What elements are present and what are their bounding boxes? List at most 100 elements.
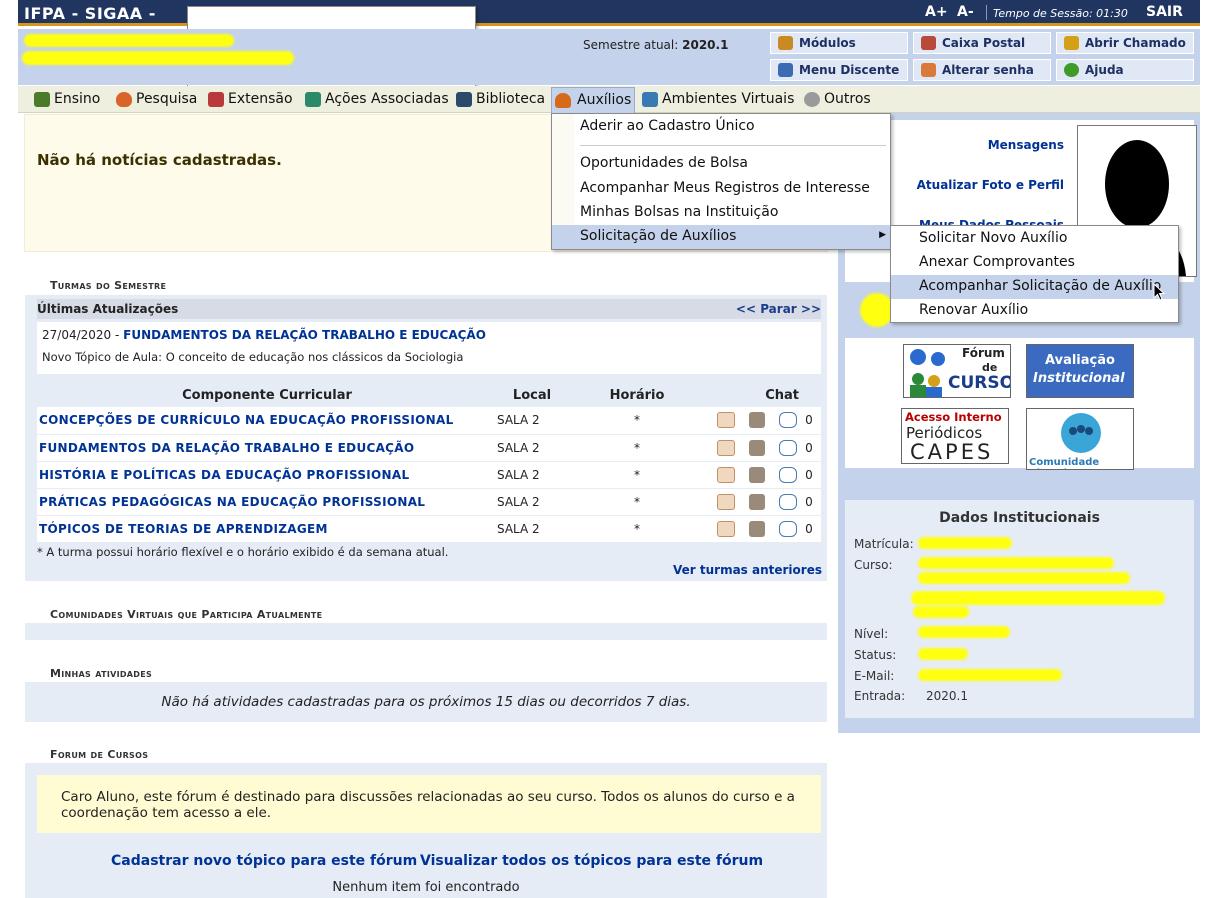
chat-icon[interactable] [779, 520, 797, 537]
table-row: CONCEPÇÕES DE CURRÍCULO NA EDUCAÇÃO PROF… [37, 407, 821, 435]
menu-discente-button[interactable]: Menu Discente [770, 59, 908, 81]
menu-extensao[interactable]: Extensão [208, 91, 293, 107]
chat-icon[interactable] [779, 466, 797, 483]
atualizar-foto-link[interactable]: Atualizar Foto e Perfil [917, 178, 1064, 192]
menu-ambientes-virtuais[interactable]: Ambientes Virtuais [642, 91, 794, 107]
increase-font-button[interactable]: A+ [925, 4, 948, 20]
atividades-empty: Não há atividades cadastradas para os pr… [161, 694, 691, 710]
atividades-title: Minhas atividades [50, 667, 153, 680]
redacted-curso-3 [911, 591, 1165, 605]
anexar-comprovantes-item[interactable]: Anexar Comprovantes [891, 251, 1178, 275]
update-note: Novo Tópico de Aula: O conceito de educa… [42, 350, 464, 364]
table-row: HISTÓRIA E POLÍTICAS DA EDUCAÇÃO PROFISS… [37, 461, 821, 489]
megaphone-icon[interactable] [749, 520, 766, 537]
chat-count: 0 [797, 434, 821, 462]
turmas-table: Componente Curricular Local Horário Chat… [37, 383, 821, 543]
participants-icon[interactable] [717, 493, 736, 510]
menu-auxilios[interactable]: Auxílios [551, 87, 635, 113]
chat-icon[interactable] [779, 439, 797, 456]
solicitar-novo-auxilio-item[interactable]: Solicitar Novo Auxílio [891, 227, 1178, 251]
logout-button[interactable]: SAIR [1146, 4, 1183, 20]
comunidades-panel [25, 623, 827, 640]
current-semester: Semestre atual: 2020.1 [583, 38, 729, 52]
curso-label: Curso: [854, 558, 893, 572]
megaphone-icon[interactable] [749, 466, 766, 483]
comunidade-virtual-logo[interactable]: Comunidade Virtual [1026, 408, 1134, 470]
network-icon [642, 92, 658, 107]
links-box: Fórum de CURSO Avaliação Institucional A… [845, 338, 1194, 470]
chat-count: 0 [797, 461, 821, 489]
capes-logo[interactable]: Acesso Interno Periódicos CAPES [901, 408, 1009, 464]
megaphone-icon[interactable] [749, 439, 766, 456]
avaliacao-institucional-logo[interactable]: Avaliação Institucional [1026, 344, 1134, 398]
mouse-cursor-icon [1153, 283, 1166, 301]
alterar-senha-button[interactable]: Alterar senha [913, 59, 1051, 81]
col-componente: Componente Curricular [182, 387, 352, 403]
participants-icon[interactable] [717, 466, 736, 483]
menu-divider [580, 145, 886, 146]
forum-title: Forum de Cursos [50, 748, 149, 761]
decrease-font-button[interactable]: A- [957, 4, 974, 20]
matricula-label: Matrícula: [854, 537, 914, 551]
menu-biblioteca[interactable]: Biblioteca [456, 91, 545, 107]
forum-panel: Caro Aluno, este fórum é destinado para … [25, 763, 827, 898]
mensagens-link[interactable]: Mensagens [988, 138, 1064, 152]
acompanhar-solicitacao-item[interactable]: Acompanhar Solicitação de Auxílio [891, 275, 1178, 299]
chevron-right-icon: ▶ [879, 230, 886, 240]
participants-icon[interactable] [717, 520, 736, 537]
entrada-value: 2020.1 [926, 689, 968, 703]
componente-link[interactable]: TÓPICOS DE TEORIAS DE APRENDIZAGEM [39, 522, 328, 536]
redacted-name [24, 34, 234, 47]
app-brand: IFPA - SIGAA - [24, 4, 156, 23]
handshake-icon [208, 92, 224, 107]
menu-ensino[interactable]: Ensino [34, 91, 100, 107]
cadastrar-topico-link[interactable]: Cadastrar novo tópico para este fórum [111, 853, 417, 869]
entrada-label: Entrada: [854, 689, 906, 703]
componente-link[interactable]: HISTÓRIA E POLÍTICAS DA EDUCAÇÃO PROFISS… [39, 468, 409, 482]
dados-institucionais-panel: Dados Institucionais Matrícula: Curso: N… [845, 500, 1194, 718]
horario-cell: * [567, 407, 707, 435]
horario-cell: * [567, 515, 707, 543]
table-row: FUNDAMENTOS DA RELAÇÃO TRABALHO E EDUCAÇ… [37, 434, 821, 462]
library-icon [456, 92, 472, 107]
caixa-postal-button[interactable]: Caixa Postal [913, 32, 1051, 54]
status-label: Status: [854, 648, 897, 662]
solicitacao-auxilios-item[interactable]: Solicitação de Auxílios ▶ [552, 225, 890, 249]
megaphone-icon[interactable] [749, 412, 766, 429]
redacted-nivel [918, 626, 1010, 638]
ver-turmas-anteriores-link[interactable]: Ver turmas anteriores [673, 563, 822, 577]
componente-link[interactable]: PRÁTICAS PEDAGÓGICAS NA EDUCAÇÃO PROFISS… [39, 495, 425, 509]
participants-icon[interactable] [717, 439, 736, 456]
megaphone-icon[interactable] [749, 493, 766, 510]
aderir-cadastro-item[interactable]: Aderir ao Cadastro Único [552, 115, 890, 139]
local-cell: SALA 2 [497, 434, 567, 462]
session-timer: Tempo de Sessão: 01:30 [993, 7, 1128, 20]
acompanhar-registros-item[interactable]: Acompanhar Meus Registros de Interesse [552, 177, 890, 201]
oportunidades-bolsa-item[interactable]: Oportunidades de Bolsa [552, 152, 890, 176]
componente-link[interactable]: FUNDAMENTOS DA RELAÇÃO TRABALHO E EDUCAÇ… [39, 441, 414, 455]
update-link[interactable]: FUNDAMENTOS DA RELAÇÃO TRABALHO E EDUCAÇ… [123, 328, 486, 342]
ajuda-button[interactable]: Ajuda [1056, 59, 1194, 81]
menu-outros[interactable]: Outros [804, 91, 871, 107]
menu-acoes-associadas[interactable]: Ações Associadas [305, 91, 449, 107]
redacted-email [918, 669, 1062, 681]
forum-curso-logo[interactable]: Fórum de CURSO [903, 344, 1011, 398]
forum-empty: Nenhum item foi encontrado [332, 880, 520, 895]
parar-link[interactable]: << Parar >> [736, 302, 821, 316]
table-row: PRÁTICAS PEDAGÓGICAS NA EDUCAÇÃO PROFISS… [37, 488, 821, 516]
visualizar-topicos-link[interactable]: Visualizar todos os tópicos para este fó… [420, 853, 763, 869]
chat-icon[interactable] [779, 493, 797, 510]
modulos-button[interactable]: Módulos [770, 32, 908, 54]
turmas-panel: Últimas Atualizações << Parar >> 27/04/2… [25, 295, 827, 581]
chat-icon[interactable] [779, 412, 797, 429]
update-item: 27/04/2020 - FUNDAMENTOS DA RELAÇÃO TRAB… [37, 322, 821, 374]
renovar-auxilio-item[interactable]: Renovar Auxílio [891, 299, 1178, 323]
turmas-title: Turmas do Semestre [50, 279, 167, 292]
local-cell: SALA 2 [497, 488, 567, 516]
menu-pesquisa[interactable]: Pesquisa [116, 91, 197, 107]
minhas-bolsas-item[interactable]: Minhas Bolsas na Instituição [552, 201, 890, 225]
componente-link[interactable]: CONCEPÇÕES DE CURRÍCULO NA EDUCAÇÃO PROF… [39, 413, 454, 427]
gears-icon [804, 92, 820, 107]
participants-icon[interactable] [717, 412, 736, 429]
abrir-chamado-button[interactable]: Abrir Chamado [1056, 32, 1194, 54]
